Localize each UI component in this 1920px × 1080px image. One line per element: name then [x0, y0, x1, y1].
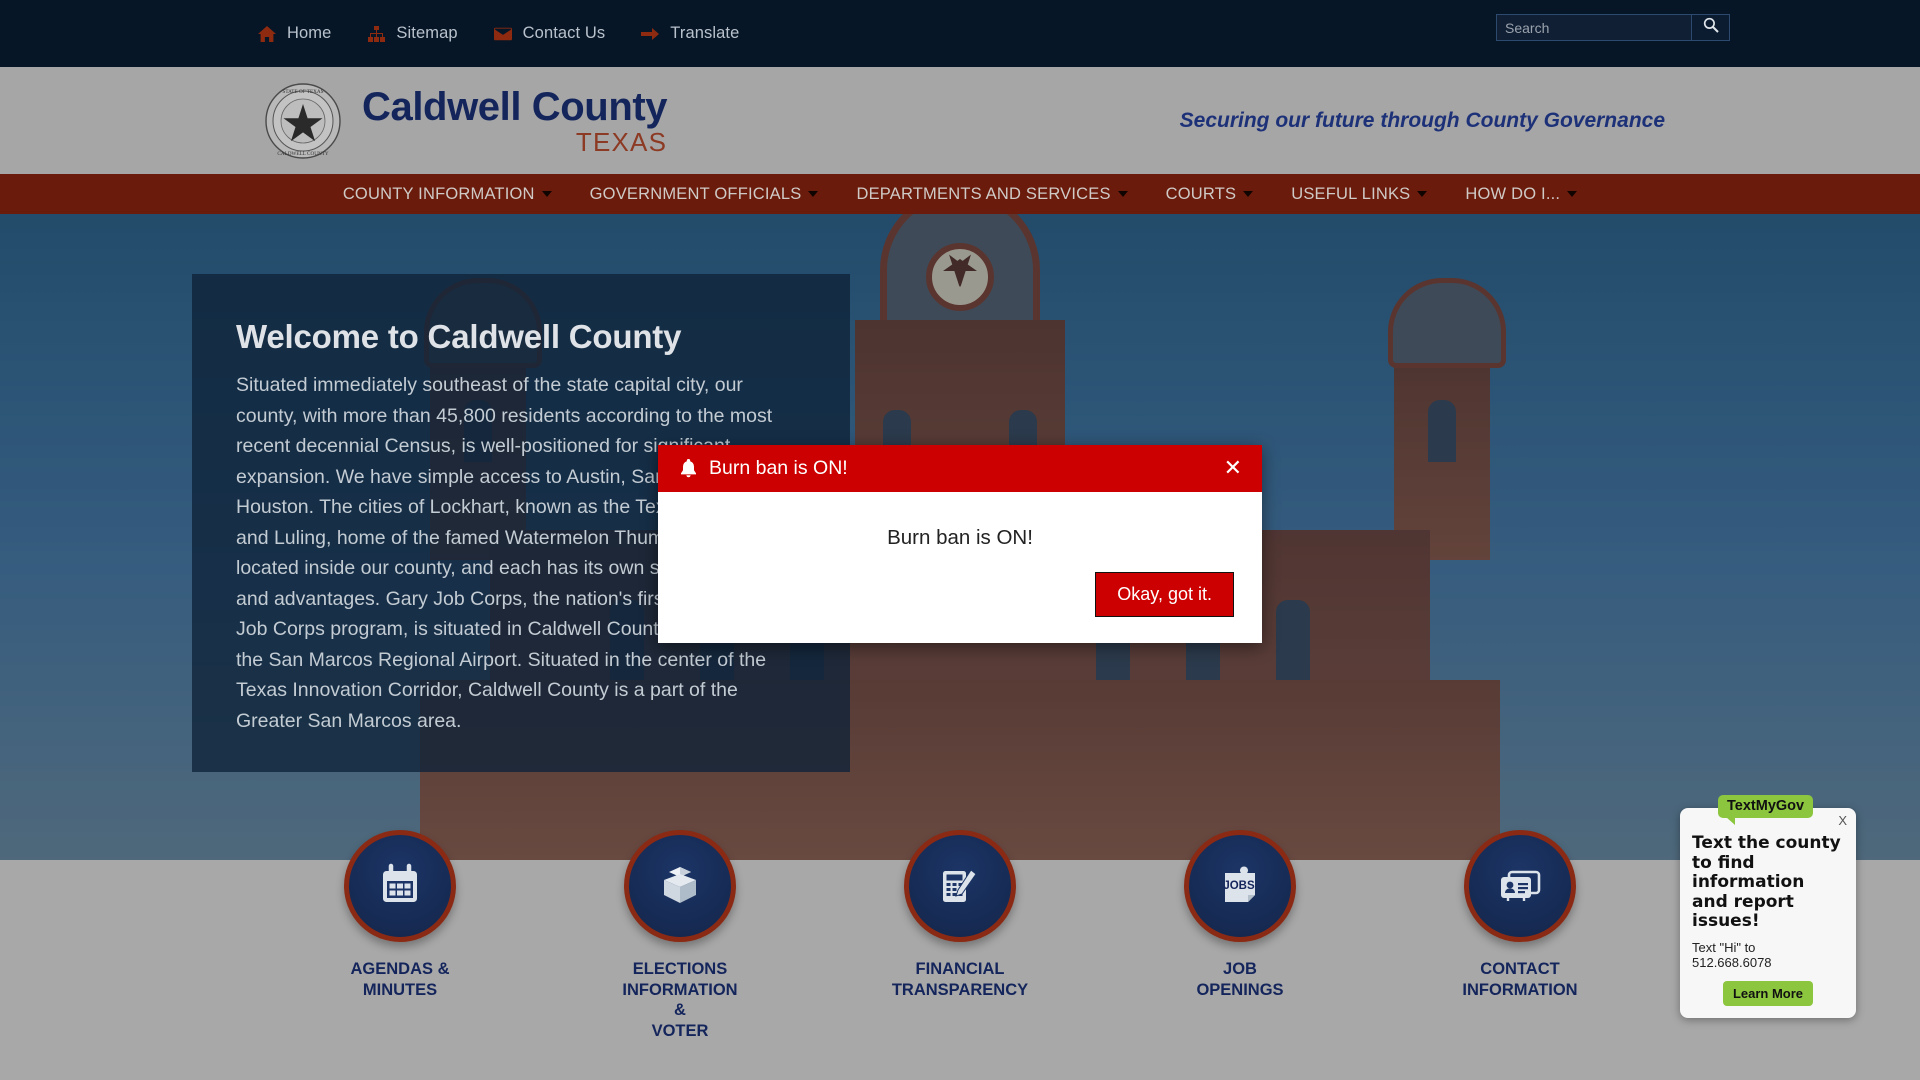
- textmygov-close-button[interactable]: X: [1838, 813, 1847, 828]
- modal-ok-button[interactable]: Okay, got it.: [1095, 572, 1234, 617]
- nav-item-government-officials[interactable]: GOVERNMENT OFFICIALS: [571, 174, 838, 214]
- utility-link-sitemap[interactable]: Sitemap: [367, 24, 458, 43]
- quicklink-job-openings[interactable]: JOBS JOB OPENINGS: [1155, 830, 1325, 1041]
- quicklink-circle: [904, 830, 1016, 942]
- modal-title: Burn ban is ON!: [709, 457, 848, 479]
- brand-subtitle: TEXAS: [575, 126, 668, 157]
- utility-link-label: Home: [287, 24, 332, 42]
- home-icon: [258, 25, 276, 43]
- chevron-down-icon: [1567, 191, 1578, 197]
- quicklink-circle: [1464, 830, 1576, 942]
- modal-footer: Okay, got it.: [658, 572, 1262, 643]
- svg-text:CALDWELL COUNTY: CALDWELL COUNTY: [277, 151, 328, 157]
- utility-links: Home Sitemap Contact Us Translate: [258, 24, 775, 43]
- textmygov-badge: TextMyGov: [1718, 795, 1814, 825]
- close-icon[interactable]: ✕: [1224, 457, 1242, 480]
- chevron-down-icon: [808, 191, 819, 197]
- quicklink-agendas-minutes[interactable]: AGENDAS & MINUTES: [315, 830, 485, 1041]
- nav-item-label: HOW DO I...: [1465, 184, 1561, 203]
- nav-item-label: COUNTY INFORMATION: [342, 184, 535, 203]
- search-area: [1496, 14, 1730, 41]
- nav-item-courts[interactable]: COURTS: [1147, 174, 1273, 214]
- utility-link-label: Sitemap: [396, 24, 458, 42]
- ballot-box-icon: [656, 862, 704, 910]
- quicklink-elections-information[interactable]: ELECTIONS INFORMATION & VOTER: [595, 830, 765, 1041]
- utility-link-contact-us[interactable]: Contact Us: [493, 24, 606, 43]
- quicklink-circle: [624, 830, 736, 942]
- quicklink-financial-transparency[interactable]: FINANCIAL TRANSPARENCY: [875, 830, 1045, 1041]
- calculator-icon: [936, 862, 984, 910]
- page-root: Home Sitemap Contact Us Translate Search…: [0, 0, 1920, 1080]
- chevron-down-icon: [1117, 191, 1128, 197]
- quicklink-label: ELECTIONS INFORMATION & VOTER: [622, 960, 738, 1040]
- chevron-down-icon: [1243, 191, 1254, 197]
- modal-message: Burn ban is ON!: [887, 526, 1033, 549]
- modal-body: Burn ban is ON!: [658, 492, 1262, 572]
- quicklink-label: JOB OPENINGS: [1196, 960, 1284, 999]
- arrow-right-icon: [641, 25, 660, 43]
- quicklink-label: CONTACT INFORMATION: [1462, 960, 1578, 999]
- nav-item-useful-links[interactable]: USEFUL LINKS: [1272, 174, 1446, 214]
- hero-heading: Welcome to Caldwell County: [236, 318, 682, 355]
- site-brand[interactable]: Caldwell County TEXAS: [362, 84, 668, 157]
- quicklink-circle: [344, 830, 456, 942]
- main-navigation: COUNTY INFORMATION GOVERNMENT OFFICIALS …: [0, 174, 1920, 214]
- textmygov-heading: Text the county to find information and …: [1692, 833, 1841, 931]
- textmygov-widget: TextMyGov X Text the county to find info…: [1680, 795, 1856, 1018]
- envelope-icon: [493, 25, 512, 43]
- utility-link-label: Translate: [670, 24, 740, 42]
- county-seal-icon: STATE OF TEXAS CALDWELL COUNTY: [264, 82, 342, 160]
- burn-ban-modal: Burn ban is ON! ✕ Burn ban is ON! Okay, …: [658, 445, 1262, 643]
- nav-item-label: GOVERNMENT OFFICIALS: [589, 184, 802, 203]
- site-tagline: Securing our future through County Gover…: [1179, 108, 1665, 132]
- nav-item-label: USEFUL LINKS: [1291, 184, 1411, 203]
- quicklinks-row: AGENDAS & MINUTES ELECTIONS INFORMATION …: [0, 830, 1920, 1041]
- quicklink-circle: JOBS: [1184, 830, 1296, 942]
- brand-title: Caldwell County: [362, 84, 668, 129]
- quicklink-label: FINANCIAL TRANSPARENCY: [891, 960, 1029, 999]
- textmygov-learn-more-button[interactable]: Learn More: [1722, 980, 1814, 1006]
- nav-item-county-information[interactable]: COUNTY INFORMATION: [324, 174, 571, 214]
- utility-link-translate[interactable]: Translate: [641, 24, 739, 43]
- search-icon: [1703, 17, 1719, 38]
- utility-link-label: Contact Us: [522, 24, 606, 42]
- chevron-down-icon: [541, 191, 552, 197]
- nav-item-label: DEPARTMENTS AND SERVICES: [856, 184, 1111, 203]
- calendar-icon: [376, 862, 424, 910]
- sitemap-icon: [367, 25, 385, 43]
- utility-link-home[interactable]: Home: [258, 24, 331, 43]
- search-input[interactable]: [1496, 14, 1692, 41]
- svg-text:JOBS: JOBS: [1223, 880, 1255, 892]
- contact-card-icon: [1496, 862, 1544, 910]
- bell-icon: [680, 459, 697, 478]
- svg-text:STATE OF TEXAS: STATE OF TEXAS: [283, 89, 324, 95]
- nav-item-label: COURTS: [1165, 184, 1237, 203]
- search-button[interactable]: [1692, 14, 1730, 41]
- nav-item-how-do-i[interactable]: HOW DO I...: [1446, 174, 1596, 214]
- quicklinks-carousel: AGENDAS & MINUTES ELECTIONS INFORMATION …: [0, 830, 1920, 1080]
- quicklink-contact-information[interactable]: CONTACT INFORMATION: [1435, 830, 1605, 1041]
- textmygov-instruction: Text "Hi" to 512.668.6078: [1692, 939, 1772, 971]
- modal-header: Burn ban is ON! ✕: [658, 445, 1262, 492]
- nav-item-departments-and-services[interactable]: DEPARTMENTS AND SERVICES: [837, 174, 1146, 214]
- jobs-note-icon: JOBS: [1216, 862, 1264, 910]
- header-band: STATE OF TEXAS CALDWELL COUNTY Caldwell …: [0, 67, 1920, 174]
- top-utility-bar: Home Sitemap Contact Us Translate: [0, 0, 1920, 67]
- quicklink-label: AGENDAS & MINUTES: [350, 960, 450, 999]
- chevron-down-icon: [1417, 191, 1428, 197]
